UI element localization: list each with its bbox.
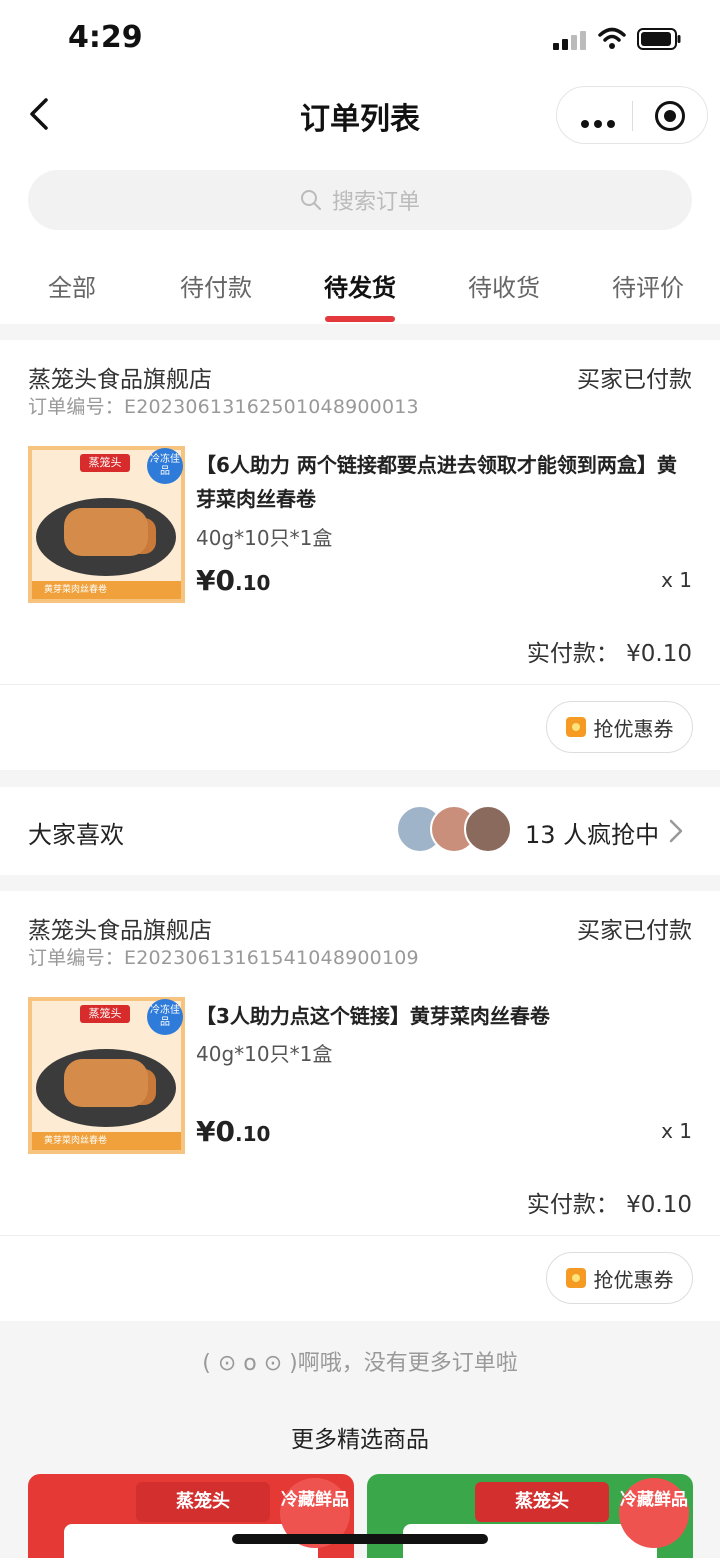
price-decimal: .10 xyxy=(234,571,271,595)
product-price: ¥0.10 xyxy=(196,564,270,597)
coupon-label: 抢优惠券 xyxy=(593,1267,674,1292)
search-input[interactable]: 搜索订单 xyxy=(28,170,692,230)
order-status: 买家已付款 xyxy=(577,918,692,944)
avatar-stack xyxy=(396,805,512,853)
search-icon xyxy=(300,190,321,210)
coupon-icon xyxy=(565,717,586,737)
brand-logo: 蒸笼头 xyxy=(80,454,130,472)
product-quantity: x 1 xyxy=(661,1119,692,1143)
grab-coupon-button[interactable]: 抢优惠券 xyxy=(546,1252,693,1304)
recommended-product-card[interactable]: 蒸笼头 冷藏鲜品 xyxy=(367,1474,693,1558)
battery-icon xyxy=(637,28,681,50)
chevron-right-icon xyxy=(669,819,683,843)
signal-icon xyxy=(553,30,589,50)
nav-bar: 订单列表 xyxy=(0,80,720,160)
tab-pending-receipt[interactable]: 待收货 xyxy=(432,268,576,303)
popular-label: 大家喜欢 xyxy=(28,821,124,849)
avatar xyxy=(464,805,512,853)
brand-logo: 蒸笼头 xyxy=(80,1005,130,1023)
home-indicator[interactable] xyxy=(232,1534,488,1544)
capsule-divider xyxy=(632,101,633,131)
product-title[interactable]: 【3人助力点这个链接】黄芽菜肉丝春卷 xyxy=(196,999,692,1033)
shop-name[interactable]: 蒸笼头食品旗舰店 xyxy=(28,911,212,945)
product-quantity: x 1 xyxy=(661,568,692,592)
more-options-icon[interactable] xyxy=(581,113,615,132)
more-products-heading: 更多精选商品 xyxy=(291,1427,429,1453)
price-decimal: .10 xyxy=(234,1122,271,1146)
tab-all[interactable]: 全部 xyxy=(0,268,144,303)
price-integer: ¥0 xyxy=(196,1115,235,1148)
product-strip-label: 黄芽菜肉丝春卷 xyxy=(32,581,181,599)
product-spec: 40g*10只*1盒 xyxy=(196,1042,333,1066)
spring-roll-image xyxy=(64,1059,148,1107)
popular-count: 13 人疯抢中 xyxy=(525,821,660,849)
coupon-label: 抢优惠券 xyxy=(593,716,674,741)
popular-bar[interactable]: 大家喜欢 13 人疯抢中 xyxy=(0,787,720,875)
close-mini-program-icon[interactable] xyxy=(655,101,685,131)
product-strip-label: 黄芽菜肉丝春卷 xyxy=(32,1132,181,1150)
search-area: 搜索订单 xyxy=(0,160,720,250)
active-tab-indicator xyxy=(325,316,395,322)
grab-coupon-button[interactable]: 抢优惠券 xyxy=(546,701,693,753)
search-placeholder: 搜索订单 xyxy=(331,190,420,215)
frozen-badge: 冷冻佳品 xyxy=(147,448,183,484)
divider xyxy=(0,684,720,685)
wifi-icon xyxy=(598,27,626,49)
coupon-icon xyxy=(565,1268,586,1288)
order-card[interactable]: 蒸笼头食品旗舰店 买家已付款 订单编号：E2023061316250104890… xyxy=(0,340,720,770)
divider xyxy=(0,1235,720,1236)
chilled-badge: 冷藏鲜品 xyxy=(619,1478,689,1548)
product-spec: 40g*10只*1盒 xyxy=(196,526,333,550)
tab-pending-review[interactable]: 待评价 xyxy=(576,268,720,303)
no-more-orders-text: ( ⊙ o ⊙ )啊哦，没有更多订单啦 xyxy=(202,1351,518,1376)
order-status-tabs: 全部 待付款 待发货 待收货 待评价 xyxy=(0,250,720,324)
tab-pending-shipment[interactable]: 待发货 xyxy=(288,268,432,303)
order-card[interactable]: 蒸笼头食品旗舰店 买家已付款 订单编号：E2023061316154104890… xyxy=(0,891,720,1321)
order-number: 订单编号：E20230613161541048900109 xyxy=(28,947,419,969)
order-number: 订单编号：E20230613162501048900013 xyxy=(28,396,419,418)
tab-pending-payment[interactable]: 待付款 xyxy=(144,268,288,303)
brand-logo: 蒸笼头 xyxy=(475,1482,609,1522)
product-thumbnail[interactable]: 蒸笼头 冷冻佳品 黄芽菜肉丝春卷 xyxy=(28,446,185,603)
paid-amount: 实付款： ¥0.10 xyxy=(526,1192,692,1218)
order-status: 买家已付款 xyxy=(577,367,692,393)
product-thumbnail[interactable]: 蒸笼头 冷冻佳品 黄芽菜肉丝春卷 xyxy=(28,997,185,1154)
status-bar: 4:29 xyxy=(0,0,720,80)
product-price: ¥0.10 xyxy=(196,1115,270,1148)
shop-name[interactable]: 蒸笼头食品旗舰店 xyxy=(28,360,212,394)
price-integer: ¥0 xyxy=(196,564,235,597)
recommended-product-card[interactable]: 蒸笼头 冷藏鲜品 xyxy=(28,1474,354,1558)
frozen-badge: 冷冻佳品 xyxy=(147,999,183,1035)
paid-amount: 实付款： ¥0.10 xyxy=(526,641,692,667)
spring-roll-image xyxy=(64,508,148,556)
product-title[interactable]: 【6人助力 两个链接都要点进去领取才能领到两盒】黄芽菜肉丝春卷 xyxy=(196,448,692,516)
mini-program-capsule xyxy=(556,86,708,144)
status-time: 4:29 xyxy=(68,20,143,55)
brand-logo: 蒸笼头 xyxy=(136,1482,270,1522)
